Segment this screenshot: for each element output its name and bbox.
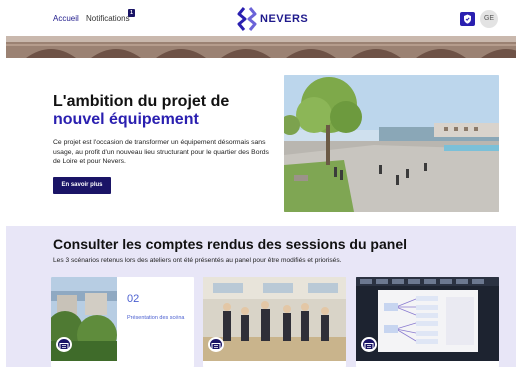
- hero-title-start: L'ambition du projet de: [53, 93, 230, 110]
- report-card[interactable]: 02 Présentation des scéna: [51, 277, 194, 367]
- hero-title: L'ambition du projet de nouvel équipemen…: [53, 93, 283, 129]
- hero-title-accent: nouvel équipement: [53, 111, 199, 128]
- card-footer: [51, 361, 194, 367]
- panel-reports-section: Consulter les comptes rendus des session…: [6, 226, 516, 367]
- learn-more-button[interactable]: En savoir plus: [53, 177, 111, 194]
- logo-text: NEVERS: [260, 13, 309, 25]
- card-document-icon: [361, 337, 377, 352]
- nav-notifications-link[interactable]: Notifications: [86, 14, 130, 23]
- card-caption: Présentation des scéna: [127, 315, 185, 321]
- card-photo: [356, 277, 499, 361]
- report-card[interactable]: [356, 277, 499, 367]
- card-footer: [356, 361, 499, 367]
- nav-home-link[interactable]: Accueil: [53, 14, 79, 23]
- nevers-logo-mark-icon: [237, 7, 257, 31]
- notification-badge: 1: [128, 9, 135, 17]
- user-avatar[interactable]: GE: [480, 10, 498, 28]
- project-illustration: [284, 75, 499, 212]
- site-header: Accueil Notifications 1 NEVERS GE: [0, 0, 516, 36]
- header-banner-image: [6, 36, 516, 58]
- account-shield-button[interactable]: [460, 12, 475, 26]
- card-document-icon: [56, 337, 72, 352]
- card-footer: [203, 361, 346, 367]
- card-photo: [203, 277, 346, 361]
- card-document-icon: [208, 337, 224, 352]
- panel-subtitle: Les 3 scénarios retenus lors des atelier…: [53, 257, 342, 264]
- card-number: 02: [127, 293, 140, 305]
- nevers-logo[interactable]: NEVERS: [236, 6, 316, 32]
- report-card[interactable]: [203, 277, 346, 367]
- panel-title: Consulter les comptes rendus des session…: [53, 236, 407, 252]
- hero-description: Ce projet est l'occasion de transformer …: [53, 139, 269, 165]
- shield-icon: [464, 14, 471, 24]
